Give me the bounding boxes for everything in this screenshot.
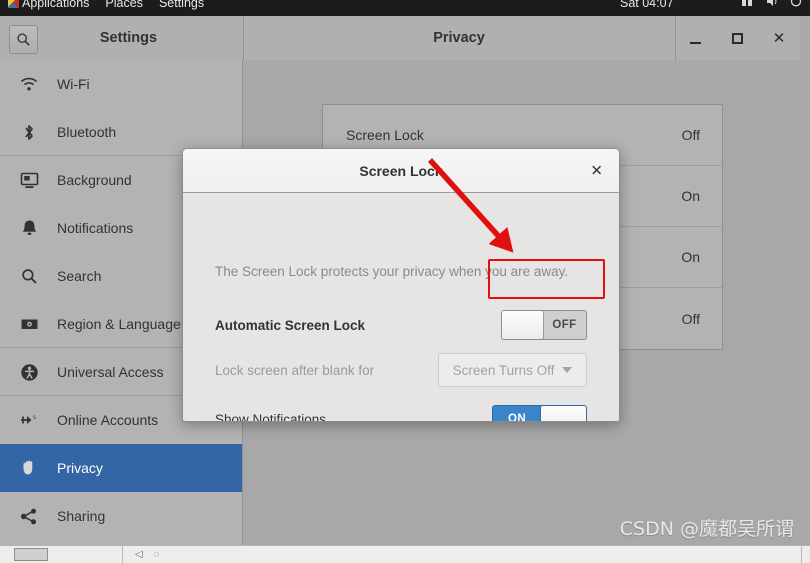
privacy-hand-icon [18, 458, 40, 478]
dialog-close-button[interactable]: ✕ [586, 160, 607, 181]
automatic-screen-lock-toggle[interactable]: OFF [501, 310, 587, 340]
row-label: Screen Lock [346, 127, 424, 143]
minimize-icon [689, 42, 701, 44]
online-accounts-icon: s [18, 410, 40, 430]
sidebar-item-label: Region & Language [57, 316, 181, 332]
sidebar-item-label: Background [57, 172, 132, 188]
row-value: Off [681, 127, 700, 143]
wifi-icon [18, 74, 40, 94]
sidebar-item-label: Bluetooth [57, 124, 117, 140]
bell-icon [18, 218, 40, 238]
show-notifications-row: Show Notifications ON [215, 405, 587, 422]
volume-icon [766, 0, 780, 10]
toggle-state-label: ON [507, 413, 527, 422]
close-icon: ✕ [772, 29, 786, 47]
toggle-knob [540, 406, 586, 421]
power-icon [790, 0, 802, 10]
lock-after-blank-dropdown[interactable]: Screen Turns Off [438, 353, 587, 387]
sharing-icon [18, 506, 40, 526]
lock-after-blank-row: Lock screen after blank for Screen Turns… [215, 353, 587, 387]
sidebar-item-sharing[interactable]: Sharing [0, 492, 242, 540]
dropdown-value: Screen Turns Off [452, 362, 555, 378]
applications-menu[interactable]: Applications [8, 0, 89, 10]
sidebar-item-privacy[interactable]: Privacy [0, 444, 242, 492]
close-button[interactable]: ✕ [766, 25, 792, 51]
gnome-top-bar: Applications Places Settings Sat 04:07 [0, 0, 810, 16]
row-value: Off [681, 310, 700, 327]
dialog-description: The Screen Lock protects your privacy wh… [215, 264, 569, 279]
screen-lock-dialog: Screen Lock ✕ The Screen Lock protects y… [182, 148, 620, 422]
dialog-header: Screen Lock ✕ [183, 149, 619, 193]
clock[interactable]: Sat 04:07 [620, 0, 674, 10]
sidebar-item-label: Online Accounts [57, 412, 159, 428]
taskbar-window-button[interactable] [14, 548, 48, 561]
maximize-icon [731, 32, 743, 44]
distro-logo-icon [8, 0, 19, 8]
automatic-screen-lock-row: Automatic Screen Lock OFF [215, 308, 587, 342]
sidebar-item-label: Search [57, 268, 102, 284]
sidebar-item-label: Privacy [57, 460, 103, 476]
sidebar-item-wi-fi[interactable]: Wi-Fi [0, 60, 242, 108]
automatic-screen-lock-label: Automatic Screen Lock [215, 317, 366, 333]
sidebar-item-label: Universal Access [57, 364, 164, 380]
region-icon [18, 314, 40, 334]
window-controls: ✕ [682, 16, 792, 60]
toggle-state-label: OFF [552, 319, 577, 331]
sidebar-item-label: Wi-Fi [57, 76, 90, 92]
applications-menu-label: Applications [22, 0, 90, 10]
toggle-knob [502, 311, 544, 339]
background-icon [18, 170, 40, 190]
places-menu[interactable]: Places [105, 0, 143, 10]
taskbar-right-divider [801, 546, 802, 563]
titlebar-divider-right [675, 16, 676, 60]
maximize-button[interactable] [724, 25, 750, 51]
watermark: CSDN @魔都吴所谓 [619, 518, 794, 540]
svg-text:s: s [33, 415, 36, 421]
top-bar-status-area[interactable] [742, 0, 802, 10]
show-notifications-toggle[interactable]: ON [492, 405, 587, 422]
sidebar-item-label: Notifications [57, 220, 134, 236]
bluetooth-icon [18, 122, 40, 142]
minimize-button[interactable] [682, 25, 708, 51]
search-icon [18, 266, 40, 286]
sidebar-item-label: Sharing [57, 508, 106, 524]
chevron-down-icon [562, 367, 573, 373]
top-bar-left-menus: Applications Places Settings [8, 0, 204, 10]
window-title-bar: Settings Privacy ✕ [0, 16, 800, 61]
desktop-screen: Applications Places Settings Sat 04:07 S… [0, 0, 810, 563]
dialog-body: The Screen Lock protects your privacy wh… [183, 193, 619, 421]
network-icon [742, 0, 756, 10]
window-title-privacy: Privacy [433, 30, 485, 46]
app-menu[interactable]: Settings [159, 0, 204, 10]
dialog-title: Screen Lock [359, 162, 443, 179]
window-title-settings: Settings [99, 30, 158, 46]
bottom-taskbar: ◁ ◌ [0, 545, 810, 563]
show-notifications-label: Show Notifications [215, 411, 327, 422]
row-value: On [681, 188, 700, 204]
taskbar-divider [122, 546, 123, 563]
taskbar-tray-icons[interactable]: ◁ ◌ [135, 549, 163, 560]
row-value: On [681, 249, 700, 265]
lock-after-blank-label: Lock screen after blank for [215, 362, 375, 378]
accessibility-icon [18, 362, 40, 382]
